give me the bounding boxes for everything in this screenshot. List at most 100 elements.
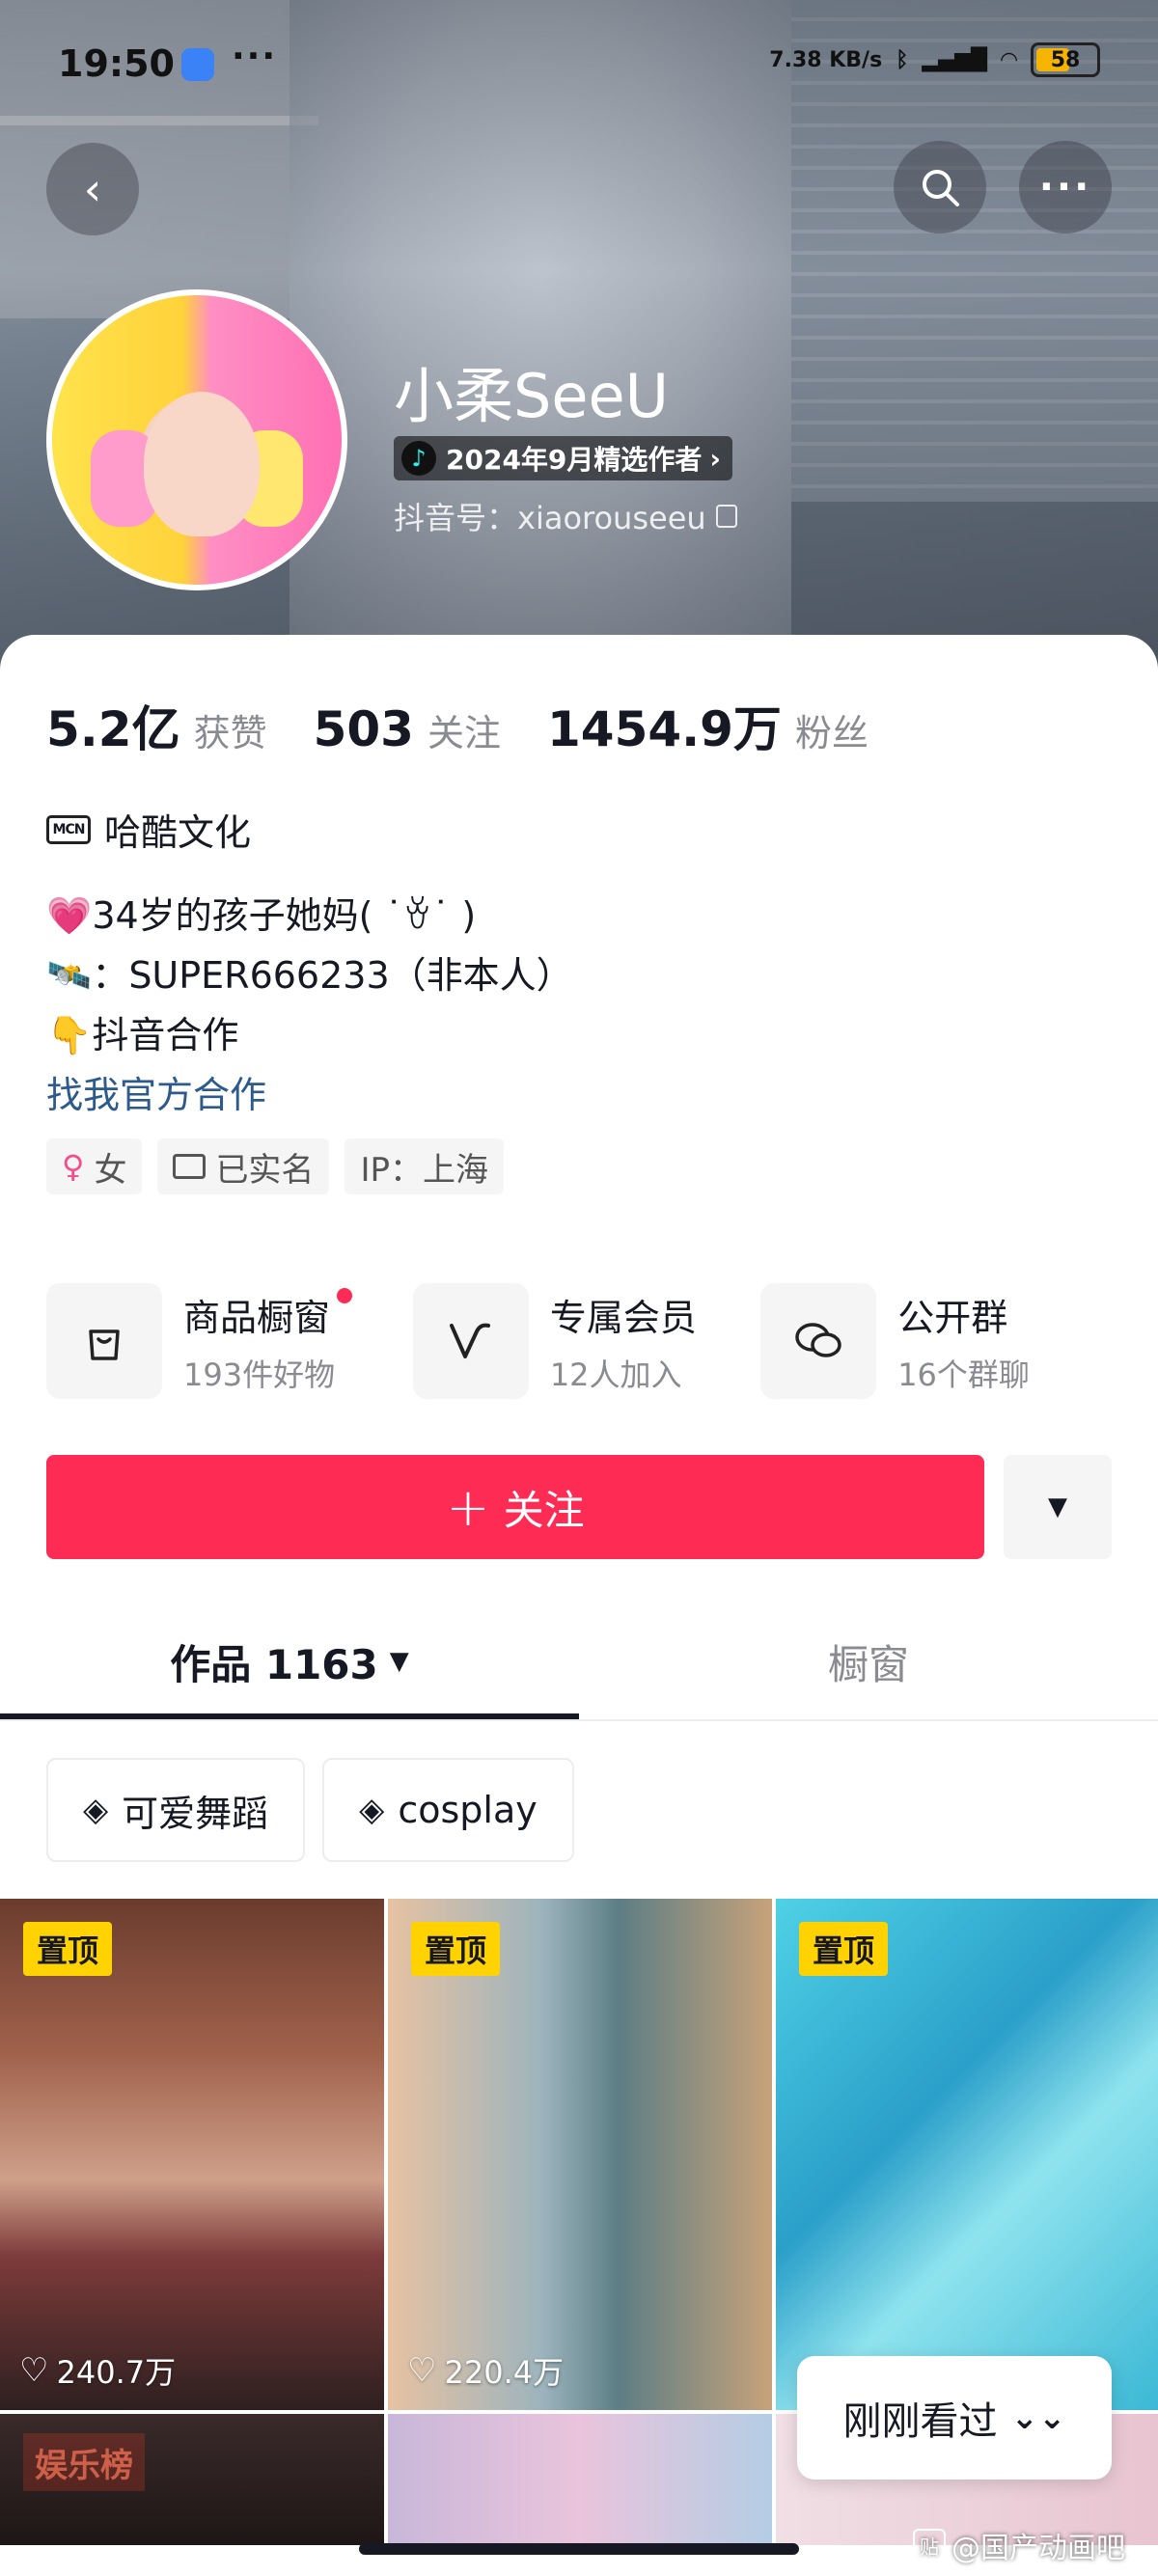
id-card-icon — [173, 1154, 207, 1179]
recommend-dropdown-button[interactable]: ▼ — [1004, 1455, 1112, 1559]
home-indicator[interactable] — [359, 2543, 799, 2555]
video-likes: ♡ 220.4万 — [407, 2348, 564, 2393]
stat-label: 粉丝 — [794, 712, 868, 754]
chip-label: cosplay — [398, 1789, 538, 1831]
douyin-id-text: 抖音号：xiaorouseeu — [394, 500, 706, 536]
avatar-face — [144, 392, 260, 536]
chevron-right-icon: › — [709, 442, 721, 475]
more-dots-icon: ··· — [1038, 165, 1092, 209]
status-bar: 19:50 ··· 7.38 KB/s ᛒ ▂▄▆█ ◠ 58 — [58, 37, 1100, 91]
gender-label: 女 — [94, 1150, 127, 1190]
verified-tag[interactable]: 已实名 — [157, 1138, 330, 1194]
collection-chips: ◈ 可爱舞蹈 ◈ cosplay — [46, 1758, 574, 1862]
bag-icon — [46, 1283, 162, 1399]
featured-creator-badge[interactable]: ♪ 2024年9月精选作者 › — [394, 436, 732, 480]
watermark: 贴 @国产动画吧 — [913, 2524, 1125, 2566]
service-sub: 16个群聊 — [897, 1356, 1030, 1393]
service-sub: 12人加入 — [549, 1356, 682, 1393]
video-thumbnail[interactable]: 置顶 ♡ 240.7万 — [0, 1899, 384, 2410]
app-notification-icon — [181, 48, 214, 81]
tiktok-logo-icon: ♪ — [401, 441, 436, 476]
follow-button[interactable]: + 关注 — [46, 1455, 984, 1559]
status-more-icon: ··· — [232, 37, 278, 76]
more-button[interactable]: ··· — [1019, 141, 1112, 233]
mcn-icon: MCN — [46, 814, 91, 844]
chip-label: 可爱舞蹈 — [122, 1792, 269, 1835]
tab-showcase[interactable]: 橱窗 — [579, 1602, 1158, 1721]
tab-showcase-label: 橱窗 — [827, 1640, 909, 1688]
copy-icon[interactable] — [715, 505, 737, 528]
bio-line: 🛰️：SUPER666233（非本人） — [46, 954, 573, 997]
stat-following[interactable]: 503 关注 — [314, 701, 501, 757]
chat-icon — [760, 1283, 877, 1399]
chip-collection[interactable]: ◈ cosplay — [322, 1758, 574, 1862]
service-title: 商品橱窗 — [183, 1287, 353, 1341]
heart-icon: ♡ — [19, 2351, 49, 2390]
heart-icon: ♡ — [407, 2351, 437, 2390]
battery-level: 58 — [1050, 47, 1081, 72]
bluetooth-icon: ᛒ — [896, 47, 909, 72]
services-row: 商品橱窗 193件好物 专属会员 12人加入 公开群 16个群聊 — [46, 1283, 1127, 1399]
stat-followers[interactable]: 1454.9万 粉丝 — [547, 691, 868, 760]
gender-tag: ♀ 女 — [46, 1138, 143, 1194]
search-button[interactable] — [894, 141, 986, 233]
watermark-icon: 贴 — [913, 2529, 946, 2562]
just-watched-button[interactable]: 刚刚看过 ⌄⌄ — [797, 2356, 1112, 2480]
rank-badge: 娱乐榜 — [23, 2433, 145, 2491]
mcn-row[interactable]: MCN 哈酷文化 — [46, 803, 251, 856]
service-showcase[interactable]: 商品橱窗 193件好物 — [46, 1283, 413, 1399]
v-icon — [412, 1283, 529, 1399]
likes-count: 240.7万 — [56, 2354, 177, 2391]
stat-label: 关注 — [427, 712, 501, 754]
stat-number: 1454.9万 — [546, 701, 782, 757]
stat-likes[interactable]: 5.2亿 获赞 — [46, 691, 267, 760]
layers-icon: ◈ — [83, 1791, 109, 1829]
pinned-badge: 置顶 — [411, 1922, 501, 1976]
chevron-left-icon: ‹ — [83, 163, 102, 215]
service-title: 专属会员 — [549, 1296, 697, 1339]
profile-tags: ♀ 女 已实名 IP：上海 — [46, 1138, 504, 1194]
tab-works[interactable]: 作品 1163 ▼ — [0, 1602, 579, 1721]
douyin-id[interactable]: 抖音号：xiaorouseeu — [394, 494, 737, 538]
badge-label: 2024年9月精选作者 — [446, 444, 703, 476]
likes-count: 220.4万 — [444, 2354, 565, 2391]
video-thumbnail[interactable]: 娱乐榜 — [0, 2414, 384, 2545]
stat-label: 获赞 — [193, 712, 267, 754]
notification-dot — [337, 1287, 353, 1303]
tab-underline — [0, 1713, 579, 1719]
stats-row: 5.2亿 获赞 503 关注 1454.9万 粉丝 — [46, 691, 915, 760]
back-button[interactable]: ‹ — [46, 143, 139, 235]
layers-icon: ◈ — [359, 1791, 385, 1829]
stat-number: 5.2亿 — [46, 701, 180, 757]
video-thumbnail[interactable]: 置顶 ♡ 220.4万 — [388, 1899, 772, 2410]
service-group[interactable]: 公开群 16个群聊 — [760, 1283, 1127, 1399]
bio: 💗34岁的孩子她妈( ˙ꈊ˙ ) 🛰️：SUPER666233（非本人） 👇抖音… — [46, 886, 573, 1125]
caret-down-icon: ▼ — [1048, 1493, 1067, 1521]
ip-tag: IP：上海 — [345, 1138, 504, 1194]
pinned-badge: 置顶 — [23, 1922, 113, 1976]
video-likes: ♡ 240.7万 — [19, 2348, 176, 2393]
double-chevron-down-icon: ⌄⌄ — [1010, 2398, 1066, 2437]
video-thumbnail[interactable] — [388, 2414, 772, 2545]
profile-name: 小柔SeeU — [394, 361, 670, 431]
avatar[interactable] — [46, 289, 347, 590]
content-tabs: 作品 1163 ▼ 橱窗 — [0, 1602, 1158, 1721]
bio-line: 👇抖音合作 — [46, 1014, 239, 1056]
female-icon: ♀ — [62, 1148, 85, 1185]
verified-label: 已实名 — [215, 1150, 315, 1190]
video-thumbnail[interactable]: 置顶 — [776, 1899, 1158, 2410]
service-title: 公开群 — [897, 1296, 1008, 1339]
net-speed: 7.38 KB/s — [769, 47, 883, 72]
tab-works-label: 作品 1163 — [170, 1640, 378, 1688]
battery-icon: 58 — [1031, 42, 1100, 77]
service-membership[interactable]: 专属会员 12人加入 — [412, 1283, 760, 1399]
just-watched-label: 刚刚看过 — [842, 2399, 998, 2444]
service-title-text: 商品橱窗 — [183, 1296, 331, 1339]
ip-label: IP：上海 — [360, 1150, 488, 1190]
signal-icon: ▂▄▆█ — [922, 47, 988, 72]
plus-icon: + — [446, 1476, 490, 1538]
bio-link[interactable]: 找我官方合作 — [46, 1065, 573, 1125]
pinned-badge: 置顶 — [799, 1922, 889, 1976]
chip-collection[interactable]: ◈ 可爱舞蹈 — [46, 1758, 306, 1862]
status-time: 19:50 — [58, 42, 175, 85]
